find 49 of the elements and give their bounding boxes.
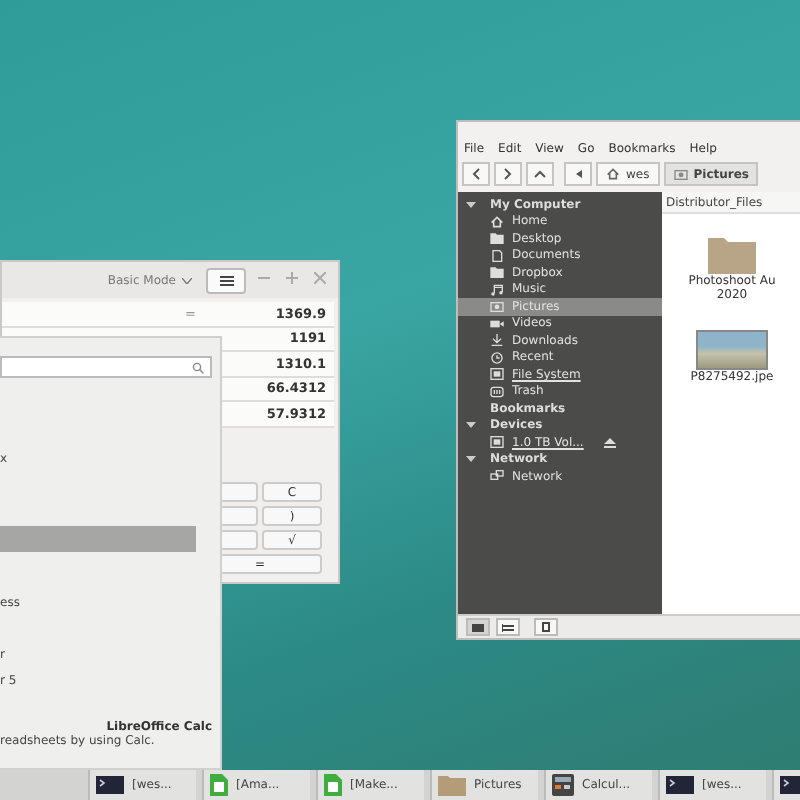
folder-icon	[490, 266, 504, 279]
terminal-icon	[96, 776, 124, 794]
video-icon	[490, 317, 504, 330]
minimize-icon	[258, 272, 270, 284]
spreadsheet-icon	[210, 774, 228, 796]
trash-icon	[490, 385, 504, 398]
folder-icon	[438, 774, 466, 796]
back-button[interactable]	[462, 162, 490, 186]
hide-sidebar-button[interactable]	[534, 618, 558, 636]
panel-icon	[542, 622, 550, 632]
left-arrow-icon	[575, 170, 581, 178]
expanded-arrow-icon[interactable]	[466, 420, 476, 431]
folder-icon	[472, 623, 484, 631]
expanded-arrow-icon[interactable]	[466, 454, 476, 465]
download-icon	[490, 334, 504, 347]
up-button[interactable]	[526, 162, 554, 186]
search-icon	[192, 361, 204, 373]
camera-icon	[673, 168, 688, 180]
tree-button[interactable]	[496, 618, 520, 636]
home-icon	[606, 168, 620, 180]
path-toggle-button[interactable]	[564, 162, 592, 186]
menu-icon	[219, 275, 233, 285]
drive-icon	[490, 368, 504, 381]
terminal-icon	[780, 776, 800, 794]
expanded-arrow-icon[interactable]	[466, 199, 476, 210]
network-icon	[490, 470, 504, 483]
places-button[interactable]	[466, 618, 490, 636]
maximize-icon	[286, 272, 298, 284]
image-thumbnail[interactable]	[696, 330, 768, 370]
clock-icon	[490, 351, 504, 364]
up-icon	[534, 170, 546, 178]
terminal-icon	[666, 776, 694, 794]
spreadsheet-icon	[324, 774, 342, 796]
folder-icon	[490, 232, 504, 245]
menu-button[interactable]	[206, 267, 246, 293]
search-field[interactable]	[0, 356, 212, 378]
forward-button[interactable]	[494, 162, 522, 186]
caret-icon	[182, 277, 192, 283]
tree-icon	[502, 623, 514, 631]
camera-icon	[490, 300, 504, 313]
calculator-icon	[552, 774, 574, 796]
drive-icon	[490, 436, 504, 449]
document-icon	[490, 249, 504, 262]
close-icon	[314, 272, 326, 284]
eject-icon[interactable]	[603, 437, 616, 448]
back-icon	[472, 168, 480, 180]
home-icon	[490, 215, 504, 228]
forward-icon	[504, 168, 512, 180]
music-icon	[490, 283, 504, 296]
